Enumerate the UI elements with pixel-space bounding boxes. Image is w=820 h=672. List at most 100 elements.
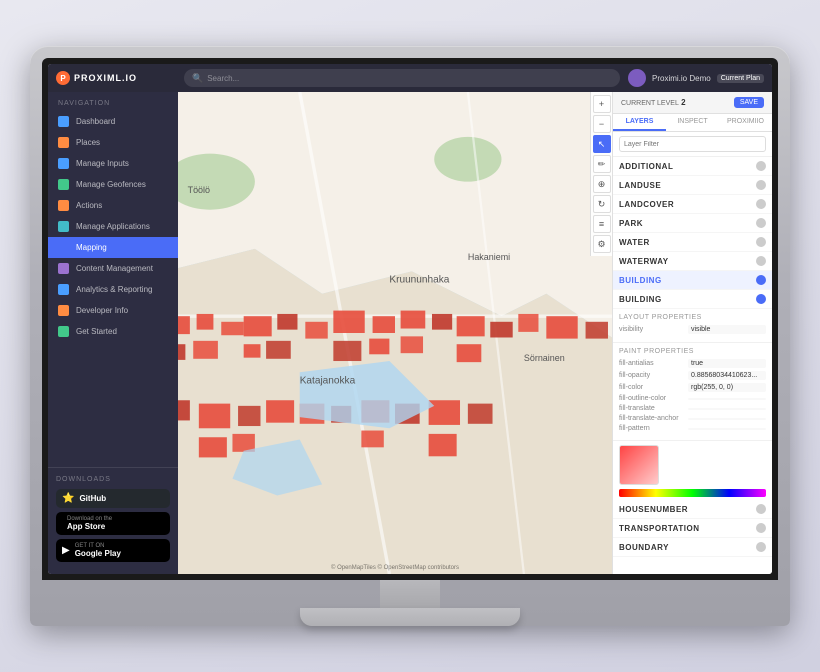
layer-item-boundary[interactable]: BOUNDARY	[613, 538, 772, 557]
prop-label-translate: fill-translate	[619, 405, 684, 412]
layer-eye-landcover	[756, 199, 766, 209]
zoom-in-btn[interactable]: +	[593, 95, 611, 113]
layer-item-waterway[interactable]: WATERWAY	[613, 252, 772, 271]
layer-item-additional[interactable]: ADDITIONAL	[613, 157, 772, 176]
sidebar: NAVIGATION Dashboard Places Manage Input…	[48, 92, 178, 574]
location-tool-btn[interactable]: ⊕	[593, 175, 611, 193]
map-area[interactable]: Töölö Kruununhaka Kamppi Katajanokka Hak…	[178, 92, 612, 574]
layer-name-water: WATER	[619, 238, 650, 247]
manage-inputs-label: Manage Inputs	[76, 159, 129, 168]
layer-filter-input[interactable]	[619, 136, 766, 152]
layer-name-housenumber: HOUSENUMBER	[619, 505, 688, 514]
github-download-btn[interactable]: ⭐ GitHub	[56, 489, 170, 508]
level-value: 2	[681, 98, 685, 107]
layer-item-water[interactable]: WATER	[613, 233, 772, 252]
actions-label: Actions	[76, 201, 102, 210]
sidebar-item-manage-geofences[interactable]: Manage Geofences	[48, 174, 178, 195]
googleplay-name: Google Play	[75, 549, 121, 558]
rotate-tool-btn[interactable]: ↻	[593, 195, 611, 213]
layer-eye-transportation	[756, 523, 766, 533]
sidebar-item-manage-inputs[interactable]: Manage Inputs	[48, 153, 178, 174]
layer-item-building-2[interactable]: BUILDING	[613, 290, 772, 309]
monitor-screen-bezel: P PROXIML.IO 🔍 Search... Proximi.io Demo…	[42, 58, 778, 580]
save-button[interactable]: SAVE	[734, 97, 764, 108]
svg-text:Töölö: Töölö	[188, 185, 210, 195]
analytics-icon	[58, 284, 69, 295]
nav-section-title: NAVIGATION	[48, 92, 178, 111]
tab-inspect[interactable]: INSPECT	[666, 114, 719, 131]
manage-applications-label: Manage Applications	[76, 222, 150, 231]
prop-label-translate-anchor: fill-translate-anchor	[619, 415, 684, 422]
app-container: P PROXIML.IO 🔍 Search... Proximi.io Demo…	[48, 64, 772, 574]
map-svg: Töölö Kruununhaka Kamppi Katajanokka Hak…	[178, 92, 612, 574]
layers-tool-btn[interactable]: ≡	[593, 215, 611, 233]
layer-name-boundary: BOUNDARY	[619, 543, 669, 552]
search-bar[interactable]: 🔍 Search...	[184, 69, 620, 87]
layer-name-building-1: BUILDING	[619, 276, 662, 285]
layer-item-park[interactable]: PARK	[613, 214, 772, 233]
layer-eye-housenumber	[756, 504, 766, 514]
sidebar-item-developer-info[interactable]: Developer Info	[48, 300, 178, 321]
layer-item-landcover[interactable]: LANDCOVER	[613, 195, 772, 214]
paint-properties: PAINT PROPERTIES fill-antialias true fil…	[613, 343, 772, 441]
svg-text:Kruununhaka: Kruununhaka	[389, 275, 449, 286]
prop-row-translate-anchor: fill-translate-anchor	[619, 415, 766, 422]
layer-eye-boundary	[756, 542, 766, 552]
layer-eye-additional	[756, 161, 766, 171]
developer-info-icon	[58, 305, 69, 316]
sidebar-item-get-started[interactable]: Get Started	[48, 321, 178, 342]
content-management-icon	[58, 263, 69, 274]
prop-value-translate	[688, 408, 766, 410]
color-picker-preview[interactable]	[619, 445, 659, 485]
gradient-bar[interactable]	[619, 489, 766, 497]
search-placeholder-text: Search...	[207, 74, 239, 83]
developer-info-label: Developer Info	[76, 306, 128, 315]
appstore-download-btn[interactable]: Download on the App Store	[56, 512, 170, 535]
select-tool-btn[interactable]: ↖	[593, 135, 611, 153]
layer-item-building-1[interactable]: BUILDING	[613, 271, 772, 290]
search-icon: 🔍	[192, 73, 203, 84]
get-started-icon	[58, 326, 69, 337]
plan-badge[interactable]: Current Plan	[717, 74, 764, 83]
prop-row-opacity: fill-opacity 0.88568034410623...	[619, 371, 766, 380]
sidebar-item-dashboard[interactable]: Dashboard	[48, 111, 178, 132]
panel-body: ADDITIONAL LANDUSE LANDCOVER	[613, 132, 772, 574]
github-text: GitHub	[79, 494, 106, 503]
downloads-title: DOWNLOADS	[56, 476, 170, 483]
tab-layers[interactable]: LAYERS	[613, 114, 666, 131]
prop-label-visibility: visibility	[619, 326, 684, 333]
mapping-icon	[58, 242, 69, 253]
sidebar-item-actions[interactable]: Actions	[48, 195, 178, 216]
layer-item-landuse[interactable]: LANDUSE	[613, 176, 772, 195]
prop-label-antialias: fill-antialias	[619, 360, 684, 367]
zoom-out-btn[interactable]: −	[593, 115, 611, 133]
layer-item-housenumber[interactable]: HOUSENUMBER	[613, 500, 772, 519]
sidebar-item-content-management[interactable]: Content Management	[48, 258, 178, 279]
layer-eye-building-1	[756, 275, 766, 285]
settings-tool-btn[interactable]: ⚙	[593, 235, 611, 253]
tab-proximiio[interactable]: PROXIMIIO	[719, 114, 772, 131]
sidebar-item-mapping[interactable]: Mapping	[48, 237, 178, 258]
sidebar-item-places[interactable]: Places	[48, 132, 178, 153]
layer-item-transportation[interactable]: TRANSPORTATION	[613, 519, 772, 538]
layer-name-transportation: TRANSPORTATION	[619, 524, 699, 533]
draw-tool-btn[interactable]: ✏	[593, 155, 611, 173]
logo-area: P PROXIML.IO	[56, 71, 176, 85]
sidebar-item-analytics[interactable]: Analytics & Reporting	[48, 279, 178, 300]
prop-value-opacity: 0.88568034410623...	[688, 371, 766, 380]
layer-name-additional: ADDITIONAL	[619, 162, 673, 171]
layer-eye-water	[756, 237, 766, 247]
prop-value-translate-anchor	[688, 418, 766, 420]
logo-text: PROXIML.IO	[74, 73, 137, 83]
github-icon: ⭐	[62, 493, 74, 504]
svg-text:Sörnainen: Sörnainen	[524, 353, 565, 363]
mapping-label: Mapping	[76, 243, 107, 252]
monitor-screen: P PROXIML.IO 🔍 Search... Proximi.io Demo…	[48, 64, 772, 574]
prop-label-pattern: fill-pattern	[619, 425, 684, 432]
sidebar-item-manage-applications[interactable]: Manage Applications	[48, 216, 178, 237]
panel-header: CURRENT LEVEL 2 SAVE	[613, 92, 772, 114]
prop-row-antialias: fill-antialias true	[619, 359, 766, 368]
prop-row-visibility: visibility visible	[619, 325, 766, 334]
googleplay-download-btn[interactable]: ▶ GET IT ON Google Play	[56, 539, 170, 562]
layer-name-building-2: BUILDING	[619, 295, 662, 304]
